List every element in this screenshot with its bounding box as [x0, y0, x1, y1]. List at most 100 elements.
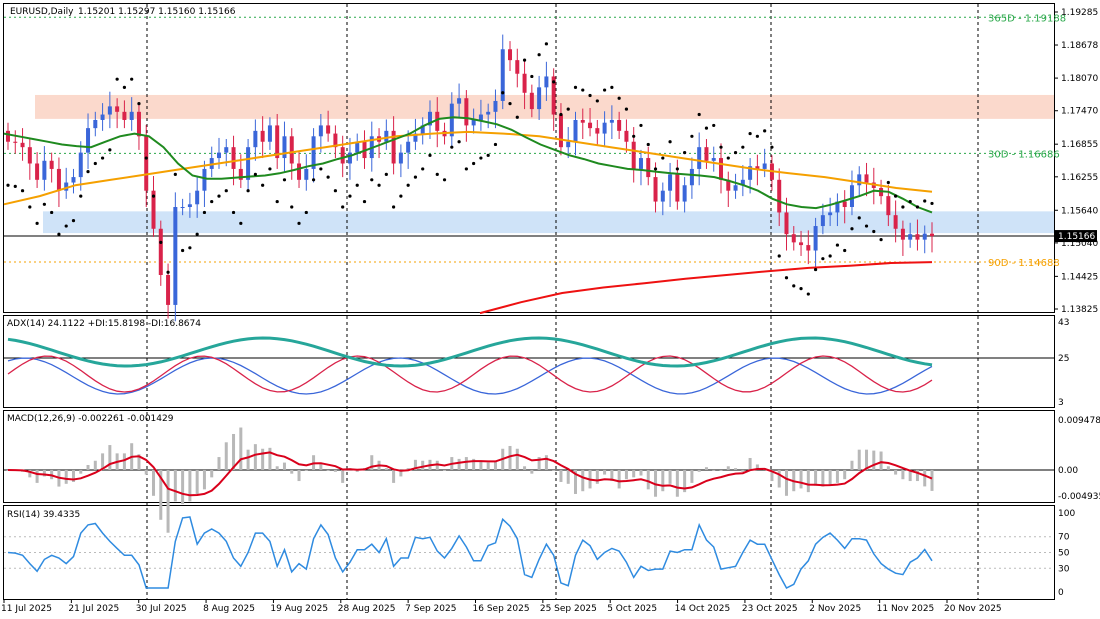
sar-dot — [864, 224, 869, 228]
candle-body — [122, 111, 127, 120]
candle-body — [668, 174, 673, 191]
candle-body — [697, 147, 702, 169]
candle-body — [202, 168, 207, 191]
sar-dot — [901, 205, 905, 209]
candle-body — [478, 114, 483, 120]
macd-histogram-bar — [333, 469, 337, 472]
sar-dot — [435, 172, 439, 176]
macd-histogram-bar — [144, 469, 148, 475]
sar-dot — [501, 91, 505, 95]
chart-canvas[interactable]: 365D - 1.19188 30D - 1.16686 90D - 1.14688… — [0, 0, 1100, 619]
sar-dot — [559, 112, 563, 117]
macd-histogram-bar — [268, 447, 272, 470]
macd-histogram-bar — [697, 469, 701, 472]
macd-histogram-bar — [304, 469, 308, 471]
macd-histogram-bar — [544, 455, 548, 470]
candle-body — [304, 168, 309, 180]
macd-histogram-bar — [639, 469, 643, 476]
macd-histogram-bar — [821, 469, 825, 487]
candle-body — [908, 234, 913, 240]
sar-dot — [704, 126, 709, 130]
sar-dot — [610, 85, 614, 89]
macd-histogram-bar — [122, 453, 126, 470]
candle-body — [144, 136, 149, 191]
sar-dot — [464, 167, 468, 171]
sar-dot — [377, 183, 381, 187]
sar-dot — [304, 210, 308, 215]
sar-dot — [151, 194, 156, 198]
candle-body — [347, 152, 352, 164]
macd-histogram-bar — [806, 469, 810, 493]
sar-dot — [210, 199, 214, 204]
date-tick-label: 11 Nov 2025 — [877, 604, 935, 614]
date-tick-label: 23 Oct 2025 — [742, 604, 798, 614]
candle-body — [78, 152, 83, 178]
rsi-label: RSI(14) 39.4335 — [7, 510, 80, 520]
sar-dot — [661, 156, 665, 160]
macd-histogram-bar — [566, 469, 570, 484]
candle-body — [849, 185, 854, 208]
sar-dot — [450, 145, 454, 149]
candle-body — [660, 190, 665, 202]
candle-body — [915, 234, 920, 240]
macd-histogram-bar — [857, 449, 861, 470]
sar-dot — [79, 194, 83, 198]
candle-body — [253, 130, 258, 148]
sar-dot — [646, 142, 650, 147]
candle-body — [173, 207, 178, 305]
macd-histogram-bar — [581, 469, 585, 492]
sar-dot — [261, 183, 265, 187]
sar-dot — [297, 221, 301, 225]
macd-histogram-bar — [646, 469, 650, 490]
candle-body — [653, 177, 658, 202]
sar-dot — [886, 180, 890, 185]
candle-body — [813, 226, 818, 251]
macd-histogram-bar — [508, 445, 512, 470]
sar-dot — [821, 257, 825, 261]
sar-dot — [515, 115, 519, 119]
sar-dot — [195, 232, 199, 236]
sar-dot — [231, 210, 236, 215]
sar-dot — [253, 172, 257, 176]
candle-body — [580, 119, 585, 123]
macd-histogram-bar — [173, 469, 177, 502]
macd-histogram-bar — [239, 427, 243, 470]
sar-dot — [850, 227, 854, 231]
candle-body — [922, 233, 927, 240]
candle-body — [457, 98, 462, 104]
candle-body — [828, 212, 833, 216]
sar-dot — [130, 77, 134, 81]
sar-dot — [13, 184, 17, 188]
sar-dot — [857, 216, 861, 220]
macd-histogram-bar — [195, 469, 199, 494]
candle-body — [624, 130, 629, 142]
candle-body — [806, 245, 811, 251]
candle-body — [195, 190, 200, 205]
candle-body — [515, 60, 520, 74]
sar-dot — [275, 199, 279, 204]
macd-histogram-bar — [930, 469, 934, 491]
symbol-label: EURUSD,Daily — [10, 7, 74, 17]
macd-histogram-bar — [35, 469, 39, 483]
candle-body — [260, 130, 265, 142]
sar-dot — [799, 287, 803, 291]
macd-histogram-bar — [828, 469, 832, 485]
macd-histogram-bar — [901, 469, 905, 480]
sar-dot — [806, 292, 810, 296]
ohlc-readout: 1.15201 1.15297 1.15160 1.15166 — [78, 7, 236, 17]
candle-body — [719, 158, 724, 180]
candle-body — [791, 234, 796, 243]
candle-body — [784, 212, 789, 235]
candle-body — [886, 196, 891, 216]
sar-dot — [581, 88, 585, 92]
candle-body — [675, 174, 680, 202]
date-tick-label: 25 Sep 2025 — [540, 604, 597, 614]
adx-tick-label: 25 — [1058, 354, 1069, 364]
sar-dot — [617, 96, 621, 100]
sar-dot — [741, 145, 745, 149]
date-tick-label: 16 Sep 2025 — [473, 604, 530, 614]
trading-chart[interactable]: 365D - 1.19188 30D - 1.16686 90D - 1.14688… — [0, 0, 1100, 619]
macd-histogram-bar — [202, 469, 206, 490]
macd-histogram-bar — [850, 460, 854, 470]
sar-dot — [6, 183, 10, 187]
